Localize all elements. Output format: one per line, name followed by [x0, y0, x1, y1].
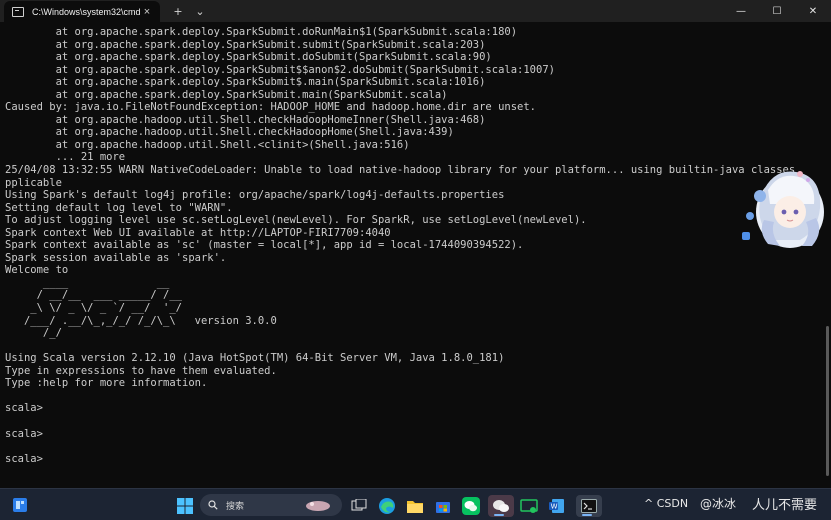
console-line: Welcome to	[5, 264, 69, 277]
window-controls: — ☐ ✕	[723, 0, 831, 22]
console-output[interactable]: at org.apache.spark.deploy.SparkSubmit.d…	[5, 26, 805, 486]
new-tab-button[interactable]: +	[170, 5, 186, 18]
scrollbar-thumb[interactable]	[826, 326, 829, 476]
tray-overflow-and-csdn-text: ^ CSDN	[644, 497, 689, 510]
active-indicator	[582, 514, 592, 516]
search-highlight-icon	[306, 501, 331, 511]
console-line: scala>	[5, 452, 43, 465]
console-line: at org.apache.spark.deploy.SparkSubmit$$…	[5, 63, 555, 76]
anime-sticker-image	[742, 171, 824, 248]
console-line: Using Spark's default log4j profile: org…	[5, 189, 505, 202]
console-line: _\ \/ _ \/ _ `/ __/ '_/	[5, 302, 183, 315]
watermark-text: @冰冰	[700, 497, 737, 511]
terminal-icon	[12, 7, 24, 17]
file-explorer-icon[interactable]	[404, 495, 426, 517]
taskbar: 搜索 W ^ CSDN @冰冰 人儿不需要	[0, 488, 831, 520]
minimize-button[interactable]: —	[723, 0, 759, 22]
taskbar-search-box[interactable]: 搜索	[200, 494, 342, 516]
console-line: at org.apache.spark.deploy.SparkSubmit.m…	[5, 88, 448, 101]
console-line: at org.apache.hadoop.util.Shell.<clinit>…	[5, 138, 410, 151]
search-icon	[208, 500, 218, 510]
console-line: at org.apache.hadoop.util.Shell.checkHad…	[5, 113, 486, 126]
console-line: Setting default log level to "WARN".	[5, 201, 233, 214]
console-line: scala>	[5, 402, 43, 415]
console-line: /_/	[5, 327, 62, 340]
start-icon[interactable]	[174, 495, 196, 517]
watermark-text-2: 人儿不需要	[752, 498, 818, 513]
search-placeholder: 搜索	[226, 501, 245, 512]
console-line: at org.apache.hadoop.util.Shell.checkHad…	[5, 126, 454, 139]
active-indicator	[494, 514, 504, 516]
tab-title: C:\Windows\system32\cmd.e	[32, 7, 140, 17]
console-line: at org.apache.spark.deploy.SparkSubmit$.…	[5, 76, 486, 89]
tab-dropdown-button[interactable]: ⌄	[192, 5, 208, 18]
console-line: /___/ .__/\_,_/_/ /_/\_\ version 3.0.0	[5, 314, 277, 327]
edge-browser-icon[interactable]	[376, 495, 398, 517]
console-line: pplicable	[5, 176, 62, 189]
terminal-taskbar-icon[interactable]	[576, 495, 602, 517]
tab-cmd[interactable]: C:\Windows\system32\cmd.e ×	[4, 1, 160, 23]
console-line: ... 21 more	[5, 151, 126, 164]
screen-capture-icon[interactable]	[518, 495, 540, 517]
console-line: Using Scala version 2.12.10 (Java HotSpo…	[5, 352, 505, 365]
task-view-icon[interactable]	[348, 495, 370, 517]
wechat-icon[interactable]	[460, 495, 482, 517]
scrollbar[interactable]	[826, 26, 829, 486]
title-bar: C:\Windows\system32\cmd.e × + ⌄ — ☐ ✕	[0, 0, 831, 23]
widgets-icon[interactable]	[12, 497, 28, 513]
console-line: at org.apache.spark.deploy.SparkSubmit.s…	[5, 38, 486, 51]
console-line: 25/04/08 13:32:55 WARN NativeCodeLoader:…	[5, 164, 796, 177]
microsoft-store-icon[interactable]	[432, 495, 454, 517]
console-line: scala>	[5, 427, 43, 440]
tab-close-button[interactable]: ×	[140, 6, 154, 18]
wechat-active-icon[interactable]	[488, 495, 514, 517]
close-button[interactable]: ✕	[795, 0, 831, 22]
console-line: Spark session available as 'spark'.	[5, 251, 227, 264]
console-line: at org.apache.spark.deploy.SparkSubmit.d…	[5, 26, 518, 38]
console-line: ____ __	[5, 276, 170, 289]
maximize-button[interactable]: ☐	[759, 0, 795, 22]
word-icon[interactable]: W	[546, 495, 568, 517]
svg-text:W: W	[551, 503, 558, 511]
console-line: Type in expressions to have them evaluat…	[5, 364, 277, 377]
console-line: Caused by: java.io.FileNotFoundException…	[5, 101, 537, 114]
console-line: To adjust logging level use sc.setLogLev…	[5, 214, 587, 227]
console-line: Spark context available as 'sc' (master …	[5, 239, 524, 252]
console-line: Spark context Web UI available at http:/…	[5, 226, 391, 239]
console-line: Type :help for more information.	[5, 377, 208, 390]
console-line: at org.apache.spark.deploy.SparkSubmit.d…	[5, 51, 492, 64]
console-line: / __/__ ___ _____/ /__	[5, 289, 183, 302]
